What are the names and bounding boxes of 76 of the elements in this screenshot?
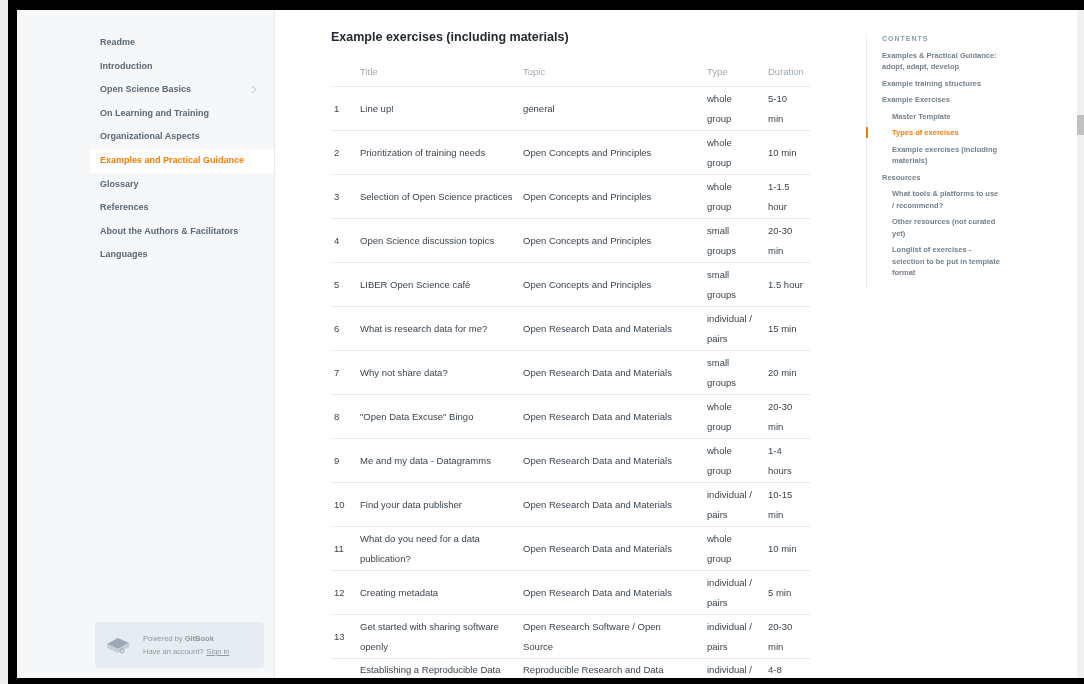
row-number: 12 [334, 585, 345, 600]
nav-item[interactable]: Glossary [90, 172, 274, 197]
row-number: 7 [334, 365, 340, 380]
table-cell-text: general [523, 101, 555, 116]
table-cell-text: 15 min [768, 321, 797, 336]
column-header: Topic [523, 66, 546, 78]
table-cell-text: Open Research Data and Materials [523, 321, 672, 336]
table-cell-text: Open Concepts and Principles [523, 189, 652, 204]
nav-item[interactable]: Open Science Basics [90, 78, 274, 102]
table-cell-text: 1.5 hour [768, 277, 803, 292]
table-cell-text: Open Research Data and Materials [523, 497, 672, 512]
table-cell-text: Why not share data? [360, 365, 448, 380]
row-number: 11 [334, 541, 344, 556]
table-cell-text: Open Research Data and Materials [523, 409, 672, 424]
row-number: 2 [334, 145, 340, 160]
row-number: 4 [334, 233, 340, 248]
row-number: 13 [334, 629, 345, 644]
row-number: 3 [334, 189, 340, 204]
table-cell-text: What do you need for a data publication? [360, 531, 481, 566]
table-cell-text: 5 min [768, 585, 792, 600]
column-header: Duration [768, 66, 804, 78]
row-number: 9 [334, 453, 340, 468]
table-cell-text: Open Research Data and Materials [523, 541, 672, 556]
nav-item[interactable]: References [90, 196, 274, 220]
table-cell-text: 20 min [768, 365, 797, 380]
table-cell-text: 1-1.5 hour [768, 179, 791, 214]
row-number: 6 [334, 321, 340, 336]
table-cell-text: 1-4 hours [768, 443, 793, 478]
nav-item[interactable]: Examples and Practical Guidance [90, 148, 274, 173]
row-number: 10 [334, 497, 345, 512]
nav-item[interactable]: About the Authors & Facilitators [90, 219, 274, 244]
table-cell-text: Establishing a Reproducible Data [360, 663, 501, 678]
table-cell-text: What is research data for me? [360, 321, 488, 336]
table-cell-text: 20-30 min [768, 223, 794, 258]
table-cell-text: Selection of Open Science practices [360, 189, 513, 204]
nav-item[interactable]: Languages [90, 243, 274, 267]
table-cell-text: individual / [707, 663, 752, 678]
table-cell-text: Open Research Data and Materials [523, 453, 672, 468]
row-number: 1 [334, 101, 340, 116]
table-cell-text: Me and my data - Datagramms [360, 453, 491, 468]
nav-item[interactable]: On Learning and Training [90, 101, 274, 126]
table-cell-text: Open Concepts and Principles [523, 233, 652, 248]
table-cell-text: 20-30 min [768, 399, 794, 434]
column-header: Type [707, 66, 728, 78]
table-cell-text: Open Science discussion topics [360, 233, 495, 248]
scrollbar[interactable] [1077, 10, 1084, 678]
table-cell-text: 20-30 min [768, 619, 794, 654]
table-cell-text: Prioritization of training needs [360, 145, 486, 160]
table-cell-text: Creating metadata [360, 585, 439, 600]
table-cell-text: LIBER Open Science café [360, 277, 471, 292]
row-number: 8 [334, 409, 340, 424]
chevron-right-icon[interactable] [251, 85, 257, 95]
table-cell-text: "Open Data Excuse" Bingo [360, 409, 474, 424]
table-cell-text: Line up! [360, 101, 394, 116]
nav-item[interactable]: Organizational Aspects [90, 125, 274, 149]
table-cell-text: Open Research Software / Open Source [523, 619, 662, 654]
row-number: 5 [334, 277, 340, 292]
table-cell-text: 5-10 min [768, 91, 788, 126]
table-cell-text: 4-8 [768, 663, 782, 678]
table-cell-text: Reproducible Research and Data [523, 663, 664, 678]
page-heading: Example exercises (including materials) [331, 29, 570, 46]
column-header: Title [360, 66, 378, 78]
nav-item[interactable]: Introduction [90, 54, 274, 79]
nav-item[interactable]: Readme [90, 31, 274, 55]
table-cell-text: 10-15 min [768, 487, 794, 522]
scrollbar-thumb[interactable] [1077, 115, 1084, 135]
table-cell-text: 10 min [768, 541, 797, 556]
table-cell-text: Open Research Data and Materials [523, 585, 672, 600]
table-cell-text: Get started with sharing software openly [360, 619, 500, 654]
table-cell-text: Open Concepts and Principles [523, 277, 652, 292]
active-marker [866, 127, 868, 138]
book-icon [105, 636, 131, 654]
table-cell-text: Open Research Data and Materials [523, 365, 672, 380]
table-cell-text: Open Concepts and Principles [523, 145, 652, 160]
table-cell-text: Find your data publisher [360, 497, 462, 512]
table-cell-text: 10 min [768, 145, 797, 160]
